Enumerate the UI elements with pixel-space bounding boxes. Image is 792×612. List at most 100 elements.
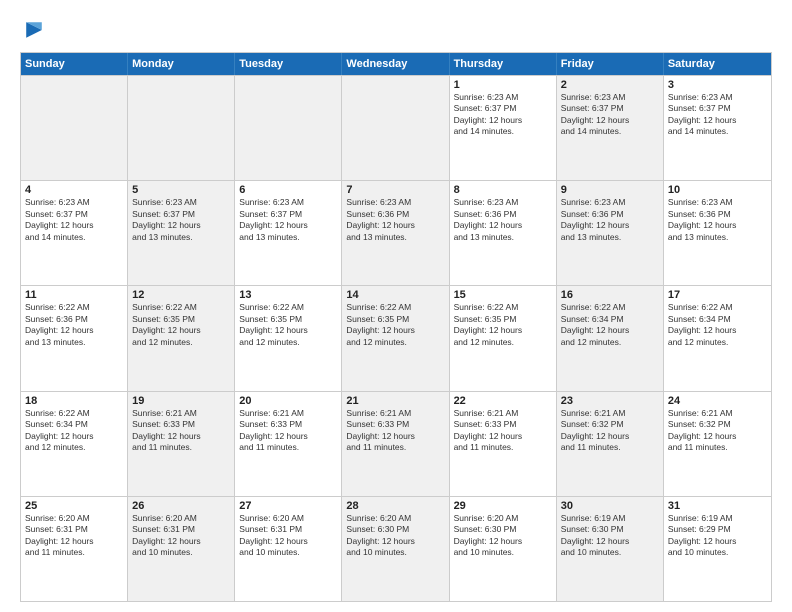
day-cell-27: 27Sunrise: 6:20 AM Sunset: 6:31 PM Dayli… bbox=[235, 497, 342, 601]
weekday-header-friday: Friday bbox=[557, 53, 664, 75]
day-cell-18: 18Sunrise: 6:22 AM Sunset: 6:34 PM Dayli… bbox=[21, 392, 128, 496]
day-number: 4 bbox=[25, 184, 123, 196]
day-cell-10: 10Sunrise: 6:23 AM Sunset: 6:36 PM Dayli… bbox=[664, 181, 771, 285]
calendar-header: SundayMondayTuesdayWednesdayThursdayFrid… bbox=[21, 53, 771, 75]
week-row-4: 18Sunrise: 6:22 AM Sunset: 6:34 PM Dayli… bbox=[21, 391, 771, 496]
cell-info: Sunrise: 6:22 AM Sunset: 6:35 PM Dayligh… bbox=[454, 302, 552, 348]
day-number: 29 bbox=[454, 500, 552, 512]
day-cell-12: 12Sunrise: 6:22 AM Sunset: 6:35 PM Dayli… bbox=[128, 286, 235, 390]
day-number: 19 bbox=[132, 395, 230, 407]
day-cell-2: 2Sunrise: 6:23 AM Sunset: 6:37 PM Daylig… bbox=[557, 76, 664, 180]
day-cell-29: 29Sunrise: 6:20 AM Sunset: 6:30 PM Dayli… bbox=[450, 497, 557, 601]
cell-info: Sunrise: 6:20 AM Sunset: 6:30 PM Dayligh… bbox=[454, 513, 552, 559]
cell-info: Sunrise: 6:19 AM Sunset: 6:30 PM Dayligh… bbox=[561, 513, 659, 559]
day-cell-26: 26Sunrise: 6:20 AM Sunset: 6:31 PM Dayli… bbox=[128, 497, 235, 601]
weekday-header-monday: Monday bbox=[128, 53, 235, 75]
day-cell-14: 14Sunrise: 6:22 AM Sunset: 6:35 PM Dayli… bbox=[342, 286, 449, 390]
calendar: SundayMondayTuesdayWednesdayThursdayFrid… bbox=[20, 52, 772, 602]
day-cell-28: 28Sunrise: 6:20 AM Sunset: 6:30 PM Dayli… bbox=[342, 497, 449, 601]
week-row-5: 25Sunrise: 6:20 AM Sunset: 6:31 PM Dayli… bbox=[21, 496, 771, 601]
cell-info: Sunrise: 6:22 AM Sunset: 6:34 PM Dayligh… bbox=[25, 408, 123, 454]
day-cell-22: 22Sunrise: 6:21 AM Sunset: 6:33 PM Dayli… bbox=[450, 392, 557, 496]
day-cell-25: 25Sunrise: 6:20 AM Sunset: 6:31 PM Dayli… bbox=[21, 497, 128, 601]
cell-info: Sunrise: 6:22 AM Sunset: 6:35 PM Dayligh… bbox=[239, 302, 337, 348]
day-cell-20: 20Sunrise: 6:21 AM Sunset: 6:33 PM Dayli… bbox=[235, 392, 342, 496]
cell-info: Sunrise: 6:21 AM Sunset: 6:32 PM Dayligh… bbox=[561, 408, 659, 454]
cell-info: Sunrise: 6:23 AM Sunset: 6:36 PM Dayligh… bbox=[668, 197, 767, 243]
empty-cell bbox=[235, 76, 342, 180]
cell-info: Sunrise: 6:23 AM Sunset: 6:37 PM Dayligh… bbox=[25, 197, 123, 243]
day-cell-17: 17Sunrise: 6:22 AM Sunset: 6:34 PM Dayli… bbox=[664, 286, 771, 390]
cell-info: Sunrise: 6:20 AM Sunset: 6:30 PM Dayligh… bbox=[346, 513, 444, 559]
day-number: 1 bbox=[454, 79, 552, 91]
day-cell-31: 31Sunrise: 6:19 AM Sunset: 6:29 PM Dayli… bbox=[664, 497, 771, 601]
day-number: 18 bbox=[25, 395, 123, 407]
empty-cell bbox=[21, 76, 128, 180]
day-cell-21: 21Sunrise: 6:21 AM Sunset: 6:33 PM Dayli… bbox=[342, 392, 449, 496]
day-number: 30 bbox=[561, 500, 659, 512]
cell-info: Sunrise: 6:22 AM Sunset: 6:34 PM Dayligh… bbox=[561, 302, 659, 348]
day-number: 6 bbox=[239, 184, 337, 196]
week-row-2: 4Sunrise: 6:23 AM Sunset: 6:37 PM Daylig… bbox=[21, 180, 771, 285]
cell-info: Sunrise: 6:23 AM Sunset: 6:37 PM Dayligh… bbox=[561, 92, 659, 138]
day-cell-16: 16Sunrise: 6:22 AM Sunset: 6:34 PM Dayli… bbox=[557, 286, 664, 390]
cell-info: Sunrise: 6:22 AM Sunset: 6:35 PM Dayligh… bbox=[346, 302, 444, 348]
cell-info: Sunrise: 6:21 AM Sunset: 6:33 PM Dayligh… bbox=[454, 408, 552, 454]
cell-info: Sunrise: 6:22 AM Sunset: 6:36 PM Dayligh… bbox=[25, 302, 123, 348]
day-cell-1: 1Sunrise: 6:23 AM Sunset: 6:37 PM Daylig… bbox=[450, 76, 557, 180]
empty-cell bbox=[342, 76, 449, 180]
cell-info: Sunrise: 6:21 AM Sunset: 6:33 PM Dayligh… bbox=[239, 408, 337, 454]
calendar-body: 1Sunrise: 6:23 AM Sunset: 6:37 PM Daylig… bbox=[21, 75, 771, 601]
day-cell-13: 13Sunrise: 6:22 AM Sunset: 6:35 PM Dayli… bbox=[235, 286, 342, 390]
day-cell-9: 9Sunrise: 6:23 AM Sunset: 6:36 PM Daylig… bbox=[557, 181, 664, 285]
day-number: 2 bbox=[561, 79, 659, 91]
day-cell-4: 4Sunrise: 6:23 AM Sunset: 6:37 PM Daylig… bbox=[21, 181, 128, 285]
day-number: 12 bbox=[132, 289, 230, 301]
week-row-3: 11Sunrise: 6:22 AM Sunset: 6:36 PM Dayli… bbox=[21, 285, 771, 390]
day-number: 5 bbox=[132, 184, 230, 196]
weekday-header-sunday: Sunday bbox=[21, 53, 128, 75]
header bbox=[20, 16, 772, 44]
day-number: 15 bbox=[454, 289, 552, 301]
day-number: 11 bbox=[25, 289, 123, 301]
weekday-header-tuesday: Tuesday bbox=[235, 53, 342, 75]
weekday-header-saturday: Saturday bbox=[664, 53, 771, 75]
day-cell-23: 23Sunrise: 6:21 AM Sunset: 6:32 PM Dayli… bbox=[557, 392, 664, 496]
cell-info: Sunrise: 6:23 AM Sunset: 6:36 PM Dayligh… bbox=[561, 197, 659, 243]
day-number: 3 bbox=[668, 79, 767, 91]
day-cell-3: 3Sunrise: 6:23 AM Sunset: 6:37 PM Daylig… bbox=[664, 76, 771, 180]
logo bbox=[20, 16, 50, 44]
cell-info: Sunrise: 6:23 AM Sunset: 6:36 PM Dayligh… bbox=[454, 197, 552, 243]
day-number: 26 bbox=[132, 500, 230, 512]
cell-info: Sunrise: 6:19 AM Sunset: 6:29 PM Dayligh… bbox=[668, 513, 767, 559]
empty-cell bbox=[128, 76, 235, 180]
day-cell-30: 30Sunrise: 6:19 AM Sunset: 6:30 PM Dayli… bbox=[557, 497, 664, 601]
day-cell-6: 6Sunrise: 6:23 AM Sunset: 6:37 PM Daylig… bbox=[235, 181, 342, 285]
day-number: 28 bbox=[346, 500, 444, 512]
cell-info: Sunrise: 6:20 AM Sunset: 6:31 PM Dayligh… bbox=[132, 513, 230, 559]
cell-info: Sunrise: 6:21 AM Sunset: 6:32 PM Dayligh… bbox=[668, 408, 767, 454]
cell-info: Sunrise: 6:20 AM Sunset: 6:31 PM Dayligh… bbox=[239, 513, 337, 559]
day-number: 13 bbox=[239, 289, 337, 301]
day-number: 10 bbox=[668, 184, 767, 196]
day-cell-8: 8Sunrise: 6:23 AM Sunset: 6:36 PM Daylig… bbox=[450, 181, 557, 285]
week-row-1: 1Sunrise: 6:23 AM Sunset: 6:37 PM Daylig… bbox=[21, 75, 771, 180]
cell-info: Sunrise: 6:23 AM Sunset: 6:36 PM Dayligh… bbox=[346, 197, 444, 243]
cell-info: Sunrise: 6:22 AM Sunset: 6:35 PM Dayligh… bbox=[132, 302, 230, 348]
logo-icon bbox=[20, 16, 48, 44]
cell-info: Sunrise: 6:23 AM Sunset: 6:37 PM Dayligh… bbox=[454, 92, 552, 138]
day-number: 14 bbox=[346, 289, 444, 301]
day-cell-5: 5Sunrise: 6:23 AM Sunset: 6:37 PM Daylig… bbox=[128, 181, 235, 285]
day-cell-19: 19Sunrise: 6:21 AM Sunset: 6:33 PM Dayli… bbox=[128, 392, 235, 496]
day-number: 20 bbox=[239, 395, 337, 407]
day-cell-15: 15Sunrise: 6:22 AM Sunset: 6:35 PM Dayli… bbox=[450, 286, 557, 390]
cell-info: Sunrise: 6:23 AM Sunset: 6:37 PM Dayligh… bbox=[239, 197, 337, 243]
cell-info: Sunrise: 6:23 AM Sunset: 6:37 PM Dayligh… bbox=[132, 197, 230, 243]
weekday-header-wednesday: Wednesday bbox=[342, 53, 449, 75]
day-number: 24 bbox=[668, 395, 767, 407]
day-number: 8 bbox=[454, 184, 552, 196]
cell-info: Sunrise: 6:21 AM Sunset: 6:33 PM Dayligh… bbox=[346, 408, 444, 454]
page: SundayMondayTuesdayWednesdayThursdayFrid… bbox=[0, 0, 792, 612]
day-number: 27 bbox=[239, 500, 337, 512]
day-number: 23 bbox=[561, 395, 659, 407]
